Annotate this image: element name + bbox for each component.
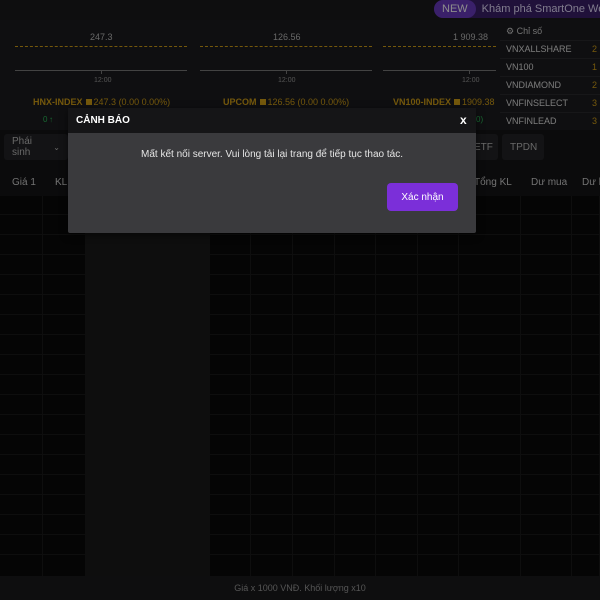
confirm-button[interactable]: Xác nhận (387, 183, 458, 211)
modal-backdrop (0, 0, 600, 600)
close-icon[interactable]: x (460, 113, 467, 127)
dialog-header: CẢNH BÁO x (68, 108, 476, 133)
dialog-title: CẢNH BÁO (76, 115, 130, 126)
dialog-message: Mất kết nối server. Vui lòng tải lại tra… (141, 149, 403, 160)
warning-dialog: CẢNH BÁO x Mất kết nối server. Vui lòng … (68, 108, 476, 233)
price-board: NEW Khám phá SmartOne Web p 247.3 12:00 … (0, 0, 600, 600)
